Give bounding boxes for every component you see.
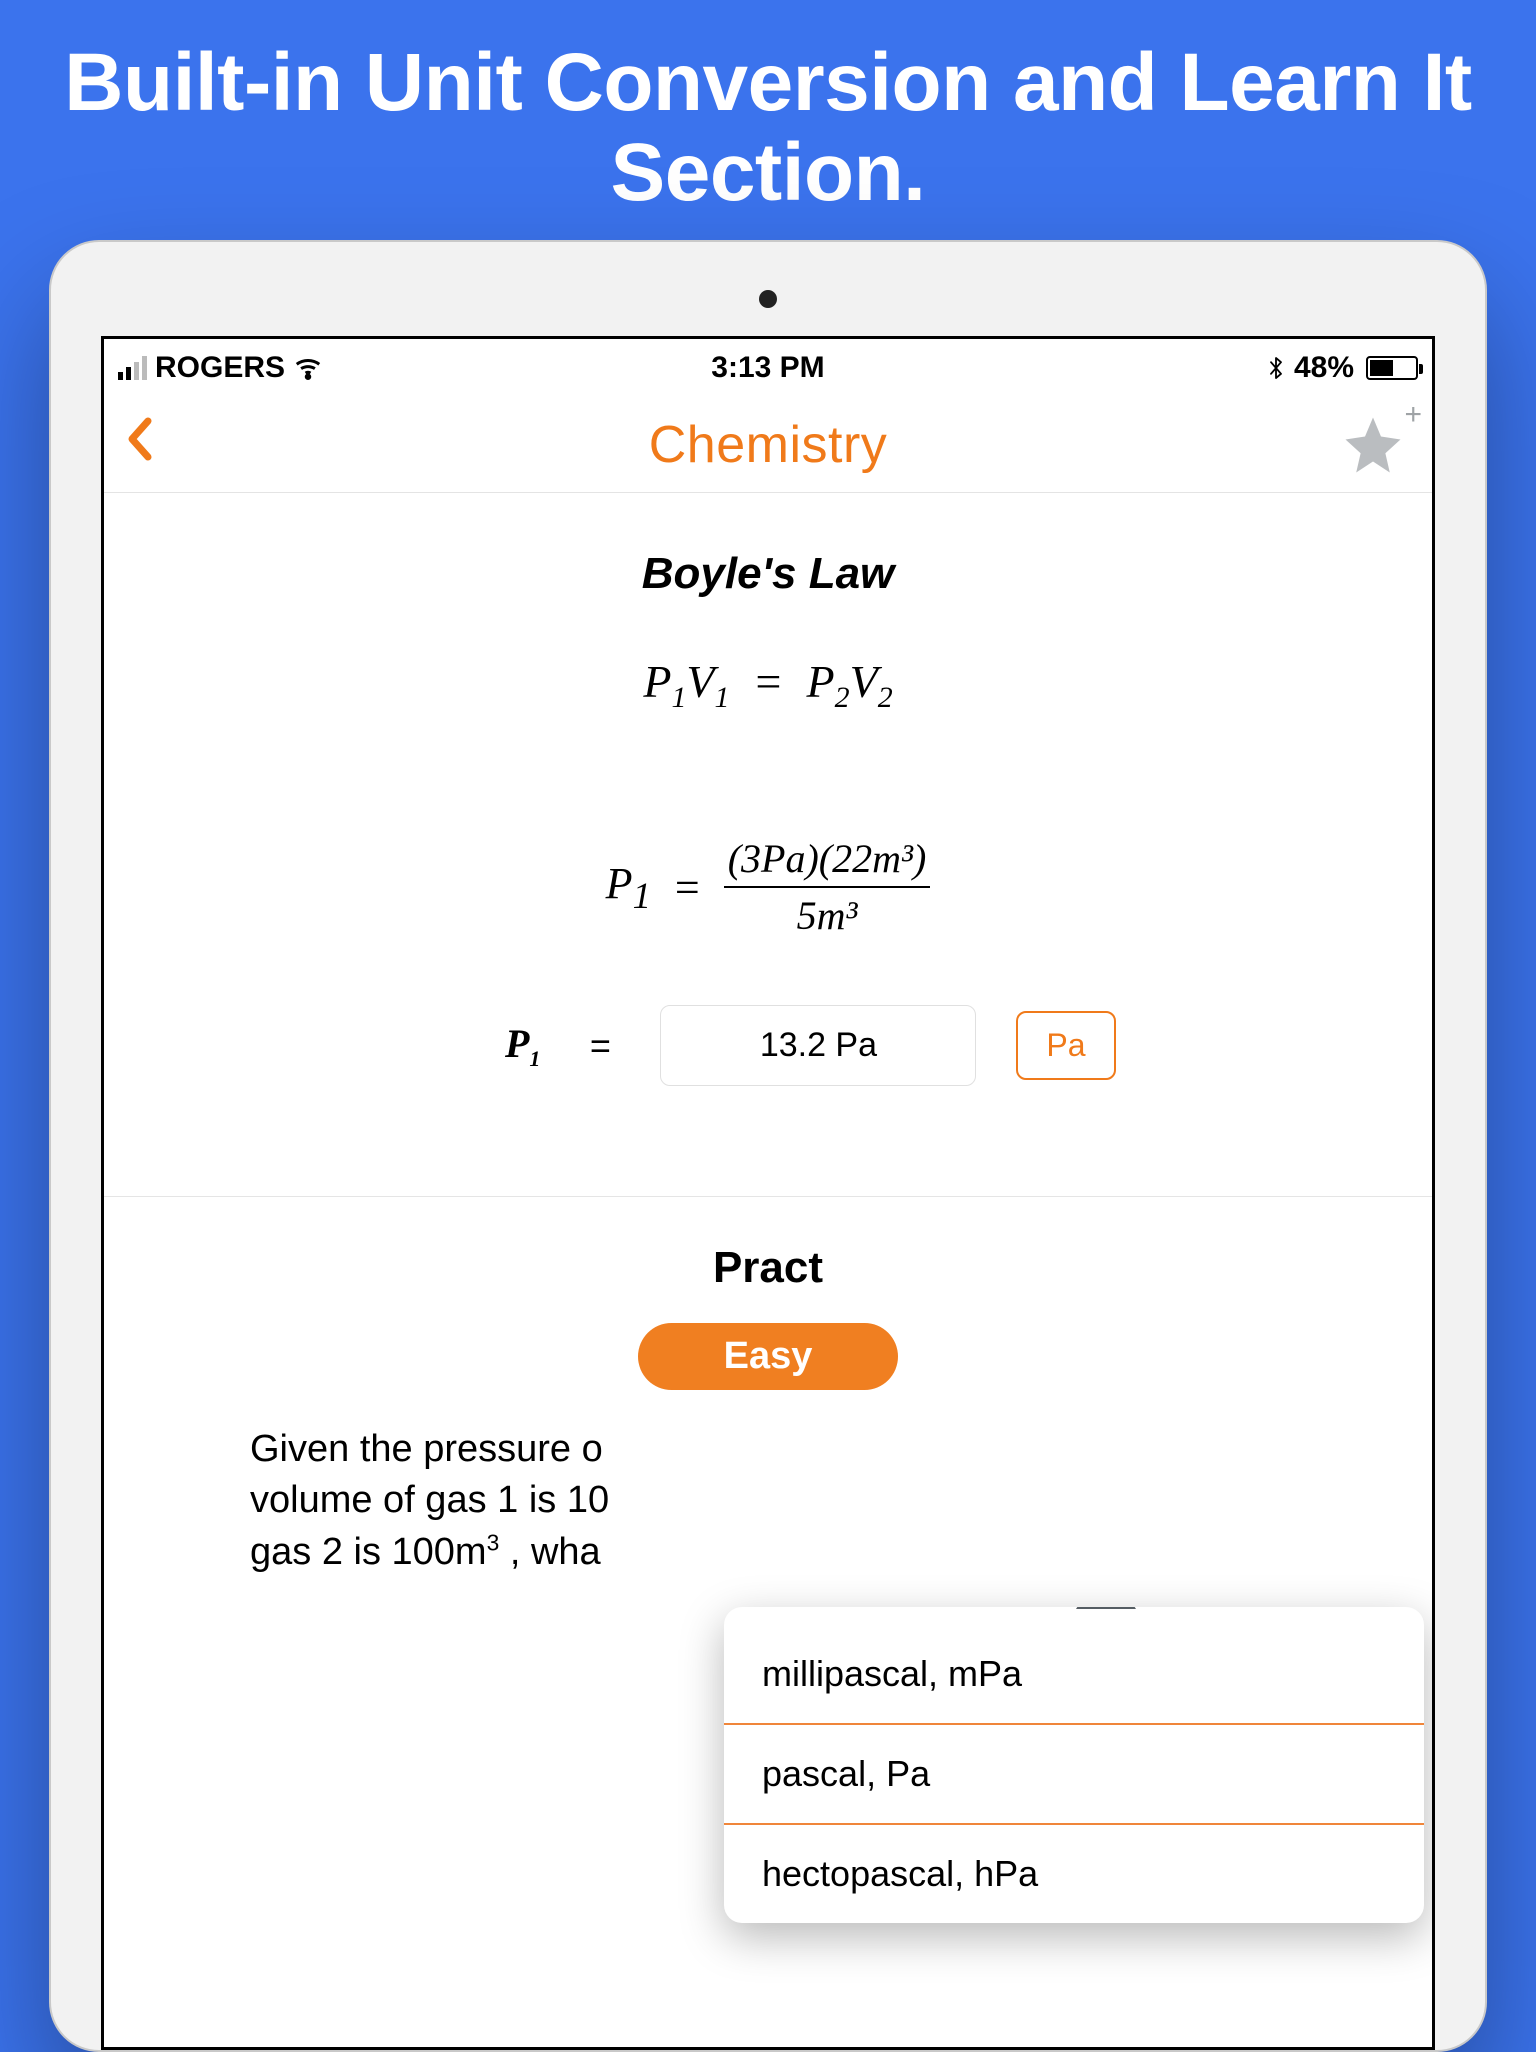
unit-option-mpa[interactable]: millipascal, mPa [724,1625,1424,1725]
unit-select-button[interactable]: Pa [1016,1011,1115,1080]
favorite-button[interactable]: + [1340,412,1406,478]
app-screen: ROGERS 3:13 PM 48% [101,336,1435,2050]
back-button[interactable] [126,417,154,473]
section-divider [104,1196,1432,1197]
result-variable: P1 [420,1020,540,1072]
practice-heading: Pract [242,1243,1294,1293]
lesson-content: Boyle's Law P1V1 = P2V2 P1 = (3Pa)(22m³)… [104,493,1432,1578]
lesson-title: Boyle's Law [242,549,1294,599]
fraction-numerator: (3Pa)(22m³) [724,835,931,888]
page-title: Chemistry [649,415,888,475]
clock: 3:13 PM [104,351,1432,385]
result-value: 13.2 Pa [660,1005,976,1086]
nav-bar: Chemistry + [104,397,1432,493]
unit-dropdown: millipascal, mPa pascal, Pa hectopascal,… [724,1607,1424,1923]
tablet-frame: ROGERS 3:13 PM 48% [49,240,1487,2052]
tablet-camera [759,290,777,308]
fraction-denominator: 5m³ [797,888,858,939]
popup-arrow-icon [1076,1607,1136,1609]
battery-icon [1366,356,1418,380]
difficulty-pill[interactable]: Easy [638,1323,898,1390]
status-bar: ROGERS 3:13 PM 48% [104,339,1432,397]
unit-option-hpa[interactable]: hectopascal, hPa [724,1825,1424,1923]
formula-worked: P1 = (3Pa)(22m³) 5m³ [242,835,1294,939]
equals-sign: = [580,1025,620,1067]
promo-headline: Built-in Unit Conversion and Learn It Se… [0,38,1536,218]
result-row: P1 = 13.2 Pa Pa [242,1005,1294,1086]
formula-general: P1V1 = P2V2 [242,655,1294,715]
plus-icon: + [1404,398,1422,432]
practice-question: Given the pressure o volume of gas 1 is … [242,1424,1294,1578]
unit-option-pa[interactable]: pascal, Pa [724,1725,1424,1825]
